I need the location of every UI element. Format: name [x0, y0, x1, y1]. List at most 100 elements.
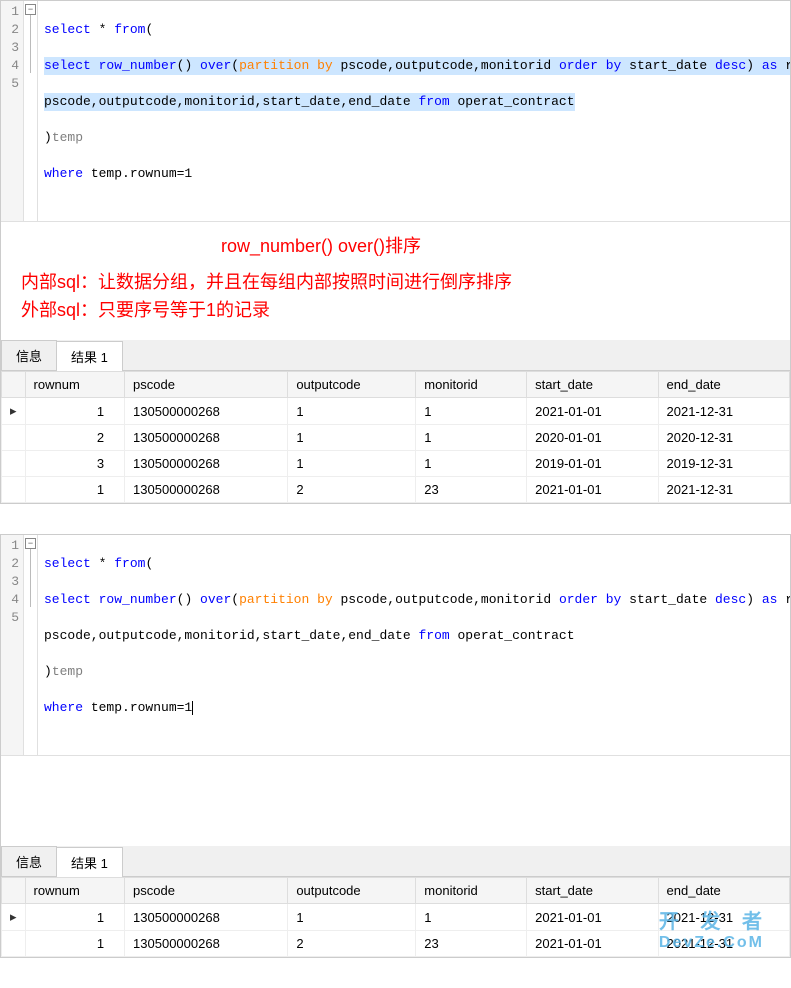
editor-blank-area[interactable] — [1, 756, 790, 846]
cell-monitorid[interactable]: 23 — [416, 477, 527, 503]
cell-outputcode[interactable]: 1 — [288, 398, 416, 425]
code-text: ) — [746, 58, 762, 73]
kw-order-by: order by — [559, 592, 621, 607]
code-text: * — [91, 556, 114, 571]
col-start-date[interactable]: start_date — [527, 878, 658, 904]
row-indicator — [2, 477, 26, 503]
table-row[interactable]: 11305000002682232021-01-012021-12-31 — [2, 931, 790, 957]
kw-select: select — [44, 556, 91, 571]
cell-monitorid[interactable]: 1 — [416, 398, 527, 425]
result-grid-1[interactable]: rownum pscode outputcode monitorid start… — [1, 371, 790, 503]
tab-info[interactable]: 信息 — [1, 340, 57, 370]
cell-monitorid[interactable]: 1 — [416, 425, 527, 451]
table-row[interactable]: ▸1130500000268112021-01-012021-12-31 — [2, 398, 790, 425]
cell-pscode[interactable]: 130500000268 — [125, 477, 288, 503]
cell-pscode[interactable]: 130500000268 — [125, 398, 288, 425]
line-number: 5 — [1, 75, 23, 93]
kw-where: where — [44, 166, 83, 181]
fold-column: − — [24, 535, 38, 755]
cell-monitorid[interactable]: 1 — [416, 904, 527, 931]
fold-toggle-icon[interactable]: − — [25, 538, 36, 549]
grid-header-row: rownum pscode outputcode monitorid start… — [2, 878, 790, 904]
kw-from: from — [114, 556, 145, 571]
cell-end_date[interactable]: 2021-12-31 — [658, 398, 789, 425]
cell-pscode[interactable]: 130500000268 — [125, 904, 288, 931]
cell-end_date[interactable]: 2021-12-31 — [658, 931, 789, 957]
table-row[interactable]: ▸1130500000268112021-01-012021-12-31 — [2, 904, 790, 931]
kw-from: from — [418, 628, 449, 643]
kw-as: as — [762, 592, 778, 607]
code-editor-2[interactable]: 1 2 3 4 5 − select * from( select row_nu… — [1, 535, 790, 756]
cell-outputcode[interactable]: 2 — [288, 477, 416, 503]
cell-rownum[interactable]: 1 — [25, 398, 125, 425]
col-rownum[interactable]: rownum — [25, 878, 125, 904]
cell-outputcode[interactable]: 1 — [288, 904, 416, 931]
col-pscode[interactable]: pscode — [125, 878, 288, 904]
cell-end_date[interactable]: 2021-12-31 — [658, 477, 789, 503]
cell-pscode[interactable]: 130500000268 — [125, 931, 288, 957]
cell-start_date[interactable]: 2019-01-01 — [527, 451, 658, 477]
code-text: ( — [231, 592, 239, 607]
kw-partition-by: partition by — [239, 592, 333, 607]
annotation-outer: 外部sql：只要序号等于1的记录 — [21, 296, 770, 324]
table-row[interactable]: 11305000002682232021-01-012021-12-31 — [2, 477, 790, 503]
code-text: rownum, — [777, 592, 790, 607]
code-text — [91, 592, 99, 607]
cell-start_date[interactable]: 2021-01-01 — [527, 477, 658, 503]
result-grid-2[interactable]: rownum pscode outputcode monitorid start… — [1, 877, 790, 957]
tab-info[interactable]: 信息 — [1, 846, 57, 876]
cell-outputcode[interactable]: 1 — [288, 425, 416, 451]
line-number: 2 — [1, 21, 23, 39]
cell-rownum[interactable]: 1 — [25, 904, 125, 931]
col-start-date[interactable]: start_date — [527, 372, 658, 398]
col-end-date[interactable]: end_date — [658, 878, 789, 904]
line-number: 2 — [1, 555, 23, 573]
code-content[interactable]: select * from( select row_number() over(… — [38, 535, 790, 755]
row-indicator-header — [2, 372, 26, 398]
code-text — [91, 58, 99, 73]
tab-result-1[interactable]: 结果 1 — [56, 847, 123, 877]
code-content[interactable]: select * from( select row_number() over(… — [38, 1, 790, 221]
code-text: ( — [145, 556, 153, 571]
col-pscode[interactable]: pscode — [125, 372, 288, 398]
kw-over: over — [200, 592, 231, 607]
line-number: 3 — [1, 573, 23, 591]
line-number: 4 — [1, 591, 23, 609]
cell-outputcode[interactable]: 2 — [288, 931, 416, 957]
cell-rownum[interactable]: 1 — [25, 931, 125, 957]
code-text: pscode,outputcode,monitorid — [333, 58, 559, 73]
cell-pscode[interactable]: 130500000268 — [125, 425, 288, 451]
fold-toggle-icon[interactable]: − — [25, 4, 36, 15]
kw-as: as — [762, 58, 778, 73]
line-number: 1 — [1, 3, 23, 21]
alias-temp: temp — [52, 664, 83, 679]
cell-end_date[interactable]: 2021-12-31 — [658, 904, 789, 931]
col-monitorid[interactable]: monitorid — [416, 372, 527, 398]
cell-end_date[interactable]: 2019-12-31 — [658, 451, 789, 477]
cell-monitorid[interactable]: 1 — [416, 451, 527, 477]
kw-desc: desc — [715, 592, 746, 607]
code-text: pscode,outputcode,monitorid,start_date,e… — [44, 94, 418, 109]
cell-pscode[interactable]: 130500000268 — [125, 451, 288, 477]
table-row[interactable]: 3130500000268112019-01-012019-12-31 — [2, 451, 790, 477]
code-editor-1[interactable]: 1 2 3 4 5 − select * from( select row_nu… — [1, 1, 790, 222]
cell-start_date[interactable]: 2021-01-01 — [527, 398, 658, 425]
row-indicator — [2, 931, 26, 957]
kw-where: where — [44, 700, 83, 715]
cell-end_date[interactable]: 2020-12-31 — [658, 425, 789, 451]
cell-start_date[interactable]: 2020-01-01 — [527, 425, 658, 451]
cell-start_date[interactable]: 2021-01-01 — [527, 904, 658, 931]
col-rownum[interactable]: rownum — [25, 372, 125, 398]
cell-rownum[interactable]: 2 — [25, 425, 125, 451]
table-row[interactable]: 2130500000268112020-01-012020-12-31 — [2, 425, 790, 451]
col-monitorid[interactable]: monitorid — [416, 878, 527, 904]
col-outputcode[interactable]: outputcode — [288, 372, 416, 398]
col-outputcode[interactable]: outputcode — [288, 878, 416, 904]
cell-start_date[interactable]: 2021-01-01 — [527, 931, 658, 957]
cell-outputcode[interactable]: 1 — [288, 451, 416, 477]
cell-monitorid[interactable]: 23 — [416, 931, 527, 957]
cell-rownum[interactable]: 1 — [25, 477, 125, 503]
col-end-date[interactable]: end_date — [658, 372, 789, 398]
tab-result-1[interactable]: 结果 1 — [56, 341, 123, 371]
cell-rownum[interactable]: 3 — [25, 451, 125, 477]
